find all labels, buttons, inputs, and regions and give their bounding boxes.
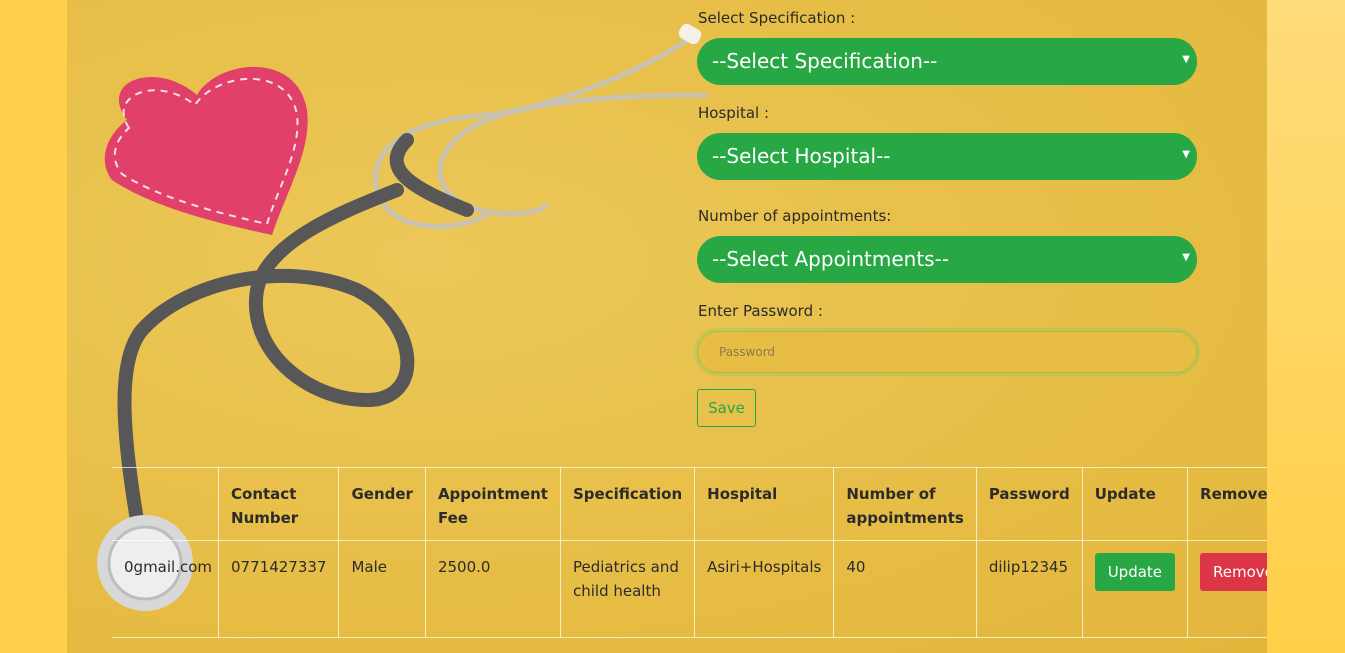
password-input[interactable]: Password [697, 331, 1197, 373]
cell-contact: 0771427337 [218, 540, 340, 638]
cell-appointments: 40 [833, 540, 977, 638]
page-background-right [1267, 0, 1345, 653]
column-header-gender: Gender [338, 467, 426, 541]
column-header-password: Password [975, 467, 1083, 541]
cell-update: Update [1081, 540, 1189, 638]
chevron-down-icon: ▼ [1182, 54, 1190, 65]
hospital-select[interactable]: --Select Hospital-- ▼ [697, 133, 1197, 180]
specification-select[interactable]: --Select Specification-- ▼ [697, 38, 1197, 85]
remove-button[interactable]: Remove [1200, 553, 1267, 591]
cell-email: 0gmail.com [112, 540, 220, 638]
content-panel: Select Specification : --Select Specific… [67, 0, 1267, 653]
appointments-select[interactable]: --Select Appointments-- ▼ [697, 236, 1197, 283]
specification-label: Select Specification : [698, 9, 856, 27]
column-header-update: Update [1081, 467, 1189, 541]
table-header-row: Contact Number Gender Appointment Fee Sp… [112, 467, 1267, 541]
column-header-remove: Remove [1187, 467, 1267, 541]
appointments-label: Number of appointments: [698, 207, 892, 225]
chevron-down-icon: ▼ [1182, 149, 1190, 160]
hospital-select-value: --Select Hospital-- [712, 144, 891, 168]
column-header-fee: Appointment Fee [424, 467, 561, 541]
password-label: Enter Password : [698, 302, 823, 320]
column-header-contact: Contact Number [218, 467, 340, 541]
doctors-table: Contact Number Gender Appointment Fee Sp… [112, 467, 1267, 638]
cell-hospital: Asiri+Hospitals [694, 540, 835, 638]
cell-specification: Pediatrics and child health [559, 540, 696, 638]
update-button[interactable]: Update [1094, 553, 1176, 591]
table-row: 0gmail.com 0771427337 Male 2500.0 Pediat… [112, 540, 1267, 638]
appointments-select-value: --Select Appointments-- [712, 247, 950, 271]
cell-gender: Male [338, 540, 426, 638]
cell-remove: Remove [1187, 540, 1267, 638]
chevron-down-icon: ▼ [1182, 252, 1190, 263]
cell-fee: 2500.0 [424, 540, 561, 638]
column-header-hospital: Hospital [694, 467, 835, 541]
save-button[interactable]: Save [697, 389, 756, 427]
password-placeholder: Password [719, 345, 776, 359]
column-header-specification: Specification [559, 467, 696, 541]
column-header-appointments: Number of appointments [833, 467, 977, 541]
cell-password: dilip12345 [975, 540, 1083, 638]
column-header-email [112, 467, 220, 541]
hospital-label: Hospital : [698, 104, 770, 122]
specification-select-value: --Select Specification-- [712, 49, 938, 73]
